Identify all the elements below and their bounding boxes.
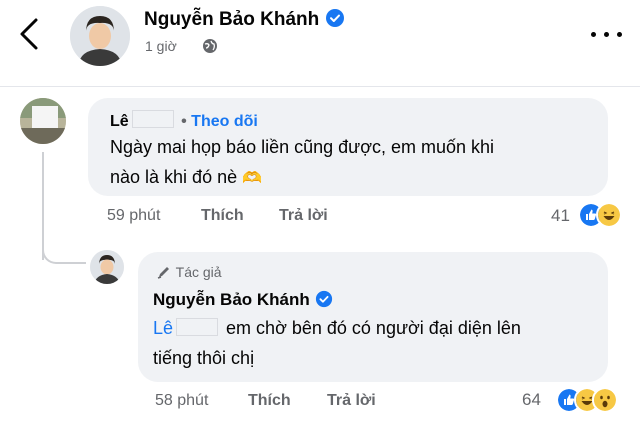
author-badge-label: Tác giả (175, 264, 222, 280)
reply-reply-button[interactable]: Trả lời (327, 392, 376, 410)
reactions[interactable] (578, 201, 632, 229)
redacted-name (131, 110, 174, 128)
redacted-name (176, 318, 219, 336)
comment-text-line: nào là khi đó nè (110, 167, 238, 187)
wow-reaction-icon (592, 387, 618, 413)
comment-author-name[interactable]: Lê (110, 113, 129, 130)
back-button[interactable] (14, 16, 46, 52)
reply-text: Lê em chờ bên đó có người đại diện lên t… (153, 313, 603, 373)
pen-icon (157, 267, 169, 279)
comment-time[interactable]: 59 phút (107, 207, 160, 225)
reply-text-line: tiếng thôi chị (153, 348, 255, 368)
post-author-name[interactable]: Nguyễn Bảo Khánh (144, 8, 345, 31)
chevron-left-icon (20, 18, 38, 50)
reply-author-avatar[interactable] (90, 250, 124, 284)
thread-connector (42, 240, 86, 264)
haha-reaction-icon (596, 202, 622, 228)
reply-button[interactable]: Trả lời (279, 207, 328, 225)
reply-author[interactable]: Nguyễn Bảo Khánh (153, 290, 333, 310)
reply-time[interactable]: 58 phút (155, 392, 208, 410)
commenter-avatar[interactable] (20, 98, 66, 144)
post-author-name-text[interactable]: Nguyễn Bảo Khánh (144, 9, 319, 30)
globe-icon (203, 39, 217, 53)
more-dot-icon (617, 32, 622, 37)
reply-reactions[interactable] (556, 386, 634, 414)
comment-author[interactable]: Lê • Theo dõi (110, 110, 258, 131)
verified-badge-icon (325, 9, 344, 27)
header-divider (0, 86, 640, 87)
heart-hands-emoji: 🫶 (242, 170, 263, 187)
more-options-button[interactable] (587, 27, 627, 43)
more-dot-icon (604, 32, 609, 37)
comment-bubble: Lê • Theo dõi Ngày mai họp báo liền cũng… (88, 98, 608, 196)
reply-author-name[interactable]: Nguyễn Bảo Khánh (153, 290, 310, 309)
like-button[interactable]: Thích (201, 207, 244, 225)
mention-link[interactable]: Lê (153, 318, 173, 338)
more-dot-icon (591, 32, 596, 37)
follow-button[interactable]: Theo dõi (191, 113, 258, 130)
reply-like-button[interactable]: Thích (248, 392, 291, 410)
post-time[interactable]: 1 giờ (145, 38, 177, 54)
reply-bubble: Tác giả Nguyễn Bảo Khánh Lê em chờ bên đ… (138, 252, 608, 382)
comment-text: Ngày mai họp báo liền cũng được, em muốn… (110, 132, 600, 194)
comment-text-line: Ngày mai họp báo liền cũng được, em muốn… (110, 137, 495, 157)
reaction-count[interactable]: 41 (551, 206, 570, 226)
reply-text-line: em chờ bên đó có người đại diện lên (226, 318, 521, 338)
author-badge: Tác giả (156, 264, 222, 280)
post-author-avatar[interactable] (70, 6, 130, 66)
verified-badge-icon (315, 290, 332, 308)
reply-reaction-count[interactable]: 64 (522, 390, 541, 410)
